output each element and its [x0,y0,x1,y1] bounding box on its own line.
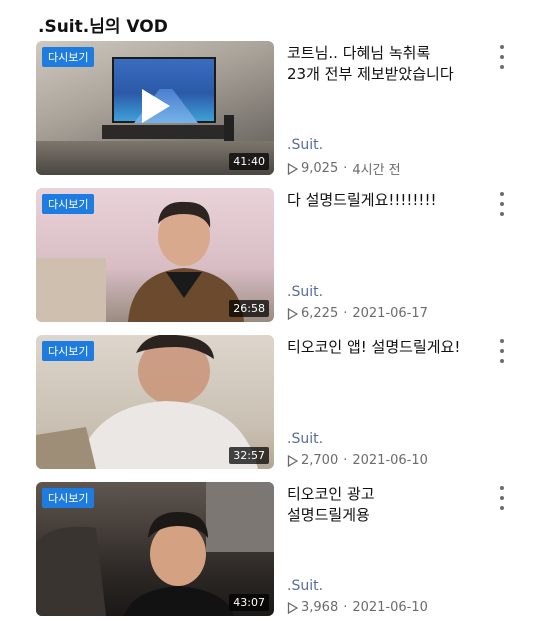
upload-date: 2021-06-10 [352,600,428,615]
vod-list-item[interactable]: 다시보기 41:40 코트님.. 다혜님 녹취록 23개 전부 제보받았습니다 … [0,41,541,178]
video-title[interactable]: 코트님.. 다혜님 녹취록 23개 전부 제보받았습니다 [287,43,497,85]
video-thumbnail[interactable]: 다시보기 41:40 [36,41,274,175]
replay-badge: 다시보기 [42,47,95,67]
video-thumbnail[interactable]: 다시보기 26:58 [36,188,274,322]
play-outline-icon [287,601,298,614]
vod-list-item[interactable]: 다시보기 32:57 티오코인 앱! 설명드릴게요! .Suit. 2,700 … [0,335,541,471]
video-thumbnail[interactable]: 다시보기 32:57 [36,335,274,469]
upload-date: 2021-06-10 [352,453,428,468]
more-vertical-icon[interactable] [496,192,508,216]
vod-suffix: 님의 VOD [89,17,168,37]
video-channel[interactable]: .Suit. [287,284,323,300]
play-outline-icon [287,162,298,175]
duration-label: 26:58 [229,300,269,317]
duration-label: 41:40 [229,153,269,170]
video-meta: 9,025 · 4시간 전 [287,159,401,178]
video-channel[interactable]: .Suit. [287,578,323,594]
video-meta: 3,968 · 2021-06-10 [287,600,428,615]
more-vertical-icon[interactable] [496,486,508,510]
replay-badge: 다시보기 [42,341,95,361]
view-count: 3,968 [301,600,339,615]
duration-label: 32:57 [229,447,269,464]
video-meta: 2,700 · 2021-06-10 [287,453,428,468]
video-meta: 6,225 · 2021-06-17 [287,306,428,321]
upload-date: 4시간 전 [352,163,401,178]
upload-date: 2021-06-17 [352,306,428,321]
video-title[interactable]: 다 설명드릴게요!!!!!!!! [287,190,497,211]
vod-list-item[interactable]: 다시보기 26:58 다 설명드릴게요!!!!!!!! .Suit. 6,225… [0,188,541,324]
play-outline-icon [287,454,298,467]
video-thumbnail[interactable]: 다시보기 43:07 [36,482,274,616]
page-title: .Suit. 님의 VOD [38,12,168,37]
view-count: 9,025 [301,161,339,176]
view-count: 2,700 [301,453,339,468]
view-count: 6,225 [301,306,339,321]
channel-name[interactable]: .Suit. [38,17,89,37]
play-outline-icon [287,307,298,320]
video-channel[interactable]: .Suit. [287,431,323,447]
duration-label: 43:07 [229,594,269,611]
replay-badge: 다시보기 [42,194,95,214]
video-title[interactable]: 티오코인 광고 설명드릴게용 [287,484,497,526]
more-vertical-icon[interactable] [496,339,508,363]
more-vertical-icon[interactable] [496,45,508,69]
play-icon[interactable] [138,87,172,125]
video-title[interactable]: 티오코인 앱! 설명드릴게요! [287,337,497,358]
vod-list-item[interactable]: 다시보기 43:07 티오코인 광고 설명드릴게용 .Suit. 3,968 ·… [0,482,541,618]
video-channel[interactable]: .Suit. [287,137,323,153]
replay-badge: 다시보기 [42,488,95,508]
